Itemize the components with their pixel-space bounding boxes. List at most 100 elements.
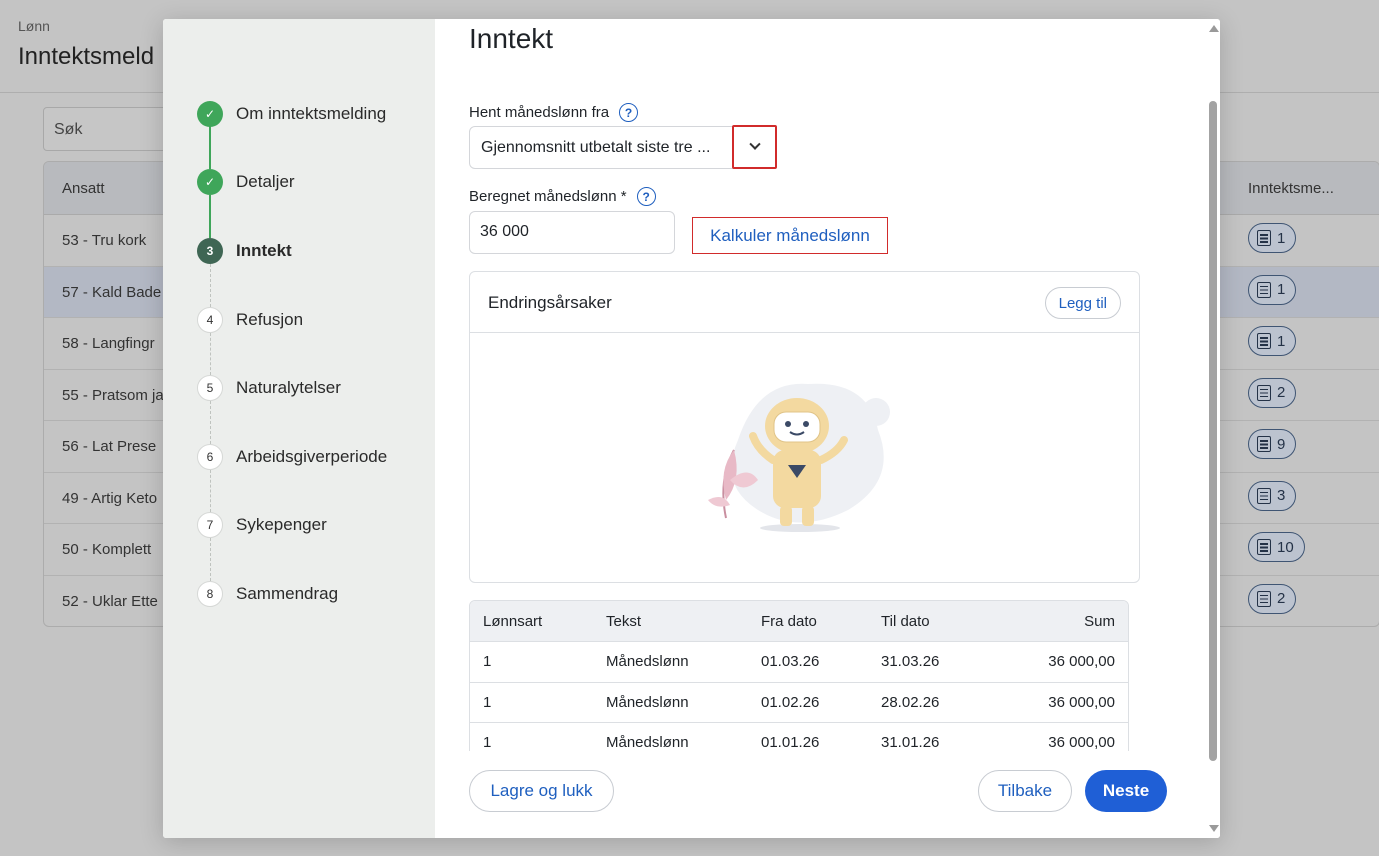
- cell-from-date: 01.02.26: [761, 693, 820, 711]
- report-count-badge[interactable]: 1: [1248, 326, 1297, 356]
- dropdown-toggle[interactable]: [732, 125, 777, 169]
- employee-name: 52 - Uklar Ette: [62, 592, 158, 610]
- page-title: Inntektsmeld: [18, 43, 155, 70]
- column-header-employee[interactable]: Ansatt: [62, 180, 105, 197]
- cell-to-date: 31.01.26: [881, 734, 940, 752]
- column-header: Til dato: [881, 612, 930, 630]
- step-number: 7: [197, 512, 223, 538]
- step-naturalytelser[interactable]: 5 Naturalytelser: [197, 375, 341, 401]
- cell-sum: 36 000,00: [1048, 734, 1115, 752]
- column-header: Lønnsart: [483, 612, 543, 630]
- badge-count: 3: [1277, 487, 1286, 504]
- salary-source-select[interactable]: Gjennomsnitt utbetalt siste tre ...: [469, 125, 777, 169]
- step-label: Inntekt: [236, 241, 292, 260]
- document-icon: [1257, 487, 1271, 504]
- document-icon: [1257, 436, 1271, 452]
- monthly-salary-input[interactable]: 36 000: [469, 211, 675, 254]
- step-refusjon[interactable]: 4 Refusjon: [197, 307, 303, 333]
- step-number: 5: [197, 375, 223, 401]
- cell-to-date: 31.03.26: [881, 653, 940, 671]
- step-sammendrag[interactable]: 8 Sammendrag: [197, 581, 338, 607]
- step-label: Detaljer: [236, 172, 295, 191]
- report-count-badge[interactable]: 10: [1248, 532, 1305, 562]
- report-count-badge[interactable]: 2: [1248, 583, 1297, 614]
- step-label: Om inntektsmelding: [236, 104, 387, 123]
- search-input[interactable]: Søk: [43, 107, 183, 151]
- report-count-badge[interactable]: 9: [1248, 429, 1297, 459]
- document-icon: [1257, 539, 1271, 555]
- report-count-badge[interactable]: 3: [1248, 480, 1297, 511]
- step-connector: [209, 264, 211, 307]
- step-label: Sykepenger: [236, 515, 327, 534]
- document-icon: [1257, 230, 1271, 246]
- help-icon[interactable]: ?: [636, 187, 656, 206]
- report-count-badge[interactable]: 1: [1248, 274, 1297, 305]
- employee-name: 50 - Komplett: [62, 541, 152, 558]
- column-header: Sum: [1084, 612, 1115, 630]
- step-connector: [209, 401, 211, 444]
- cell-salary-type: 1: [483, 653, 492, 671]
- section-heading: Inntekt: [469, 23, 554, 54]
- label-text: Hent månedslønn fra: [469, 104, 610, 121]
- document-icon: [1257, 590, 1271, 607]
- wizard-stepper: ✓ Om inntektsmelding ✓ Detaljer 3 Inntek…: [163, 19, 435, 838]
- step-connector: [209, 195, 211, 238]
- save-and-close-button[interactable]: Lagre og lukk: [469, 770, 614, 812]
- step-label: Naturalytelser: [236, 378, 341, 397]
- cell-text: Månedslønn: [606, 693, 689, 711]
- step-detaljer[interactable]: ✓ Detaljer: [197, 169, 295, 195]
- scroll-thumb[interactable]: [1209, 101, 1217, 761]
- step-connector: [209, 333, 211, 375]
- cell-to-date: 28.02.26: [881, 693, 940, 711]
- table-row: 1 Månedslønn 01.02.26 28.02.26 36 000,00: [470, 683, 1128, 723]
- step-connector: [209, 538, 211, 581]
- badge-count: 1: [1277, 281, 1286, 298]
- calculate-salary-button[interactable]: Kalkuler månedslønn: [692, 217, 888, 254]
- back-button[interactable]: Tilbake: [978, 770, 1072, 812]
- column-header-income-reports[interactable]: Inntektsme...: [1248, 180, 1334, 197]
- cell-text: Månedslønn: [606, 734, 689, 752]
- step-sykepenger[interactable]: 7 Sykepenger: [197, 512, 327, 538]
- step-arbeidsgiverperiode[interactable]: 6 Arbeidsgiverperiode: [197, 444, 387, 470]
- source-field-label: Hent månedslønn fra ?: [469, 103, 639, 122]
- breadcrumb[interactable]: Lønn: [18, 18, 50, 34]
- step-inntekt[interactable]: 3 Inntekt: [197, 238, 292, 264]
- change-reasons-card: Endringsårsaker Legg til: [469, 271, 1140, 583]
- scroll-down-arrow-icon[interactable]: [1209, 825, 1219, 832]
- step-label: Arbeidsgiverperiode: [236, 447, 388, 466]
- table-header-row: Lønnsart Tekst Fra dato Til dato Sum: [470, 601, 1128, 642]
- report-count-badge[interactable]: 2: [1248, 377, 1297, 408]
- cell-text: Månedslønn: [606, 653, 689, 671]
- checkmark-icon: ✓: [197, 101, 223, 127]
- table-row: 1 Månedslønn 01.03.26 31.03.26 36 000,00: [470, 642, 1128, 683]
- scrollbar[interactable]: [1206, 19, 1220, 838]
- card-title: Endringsårsaker: [488, 293, 612, 312]
- badge-count: 1: [1277, 332, 1286, 350]
- cell-from-date: 01.03.26: [761, 653, 820, 671]
- chevron-down-icon: [748, 138, 761, 150]
- step-number: 4: [197, 307, 223, 333]
- column-header: Fra dato: [761, 612, 817, 630]
- label-text: Beregnet månedslønn *: [469, 188, 627, 205]
- step-number: 3: [197, 238, 223, 264]
- report-count-badge[interactable]: 1: [1248, 223, 1297, 253]
- step-om-inntektsmelding[interactable]: ✓ Om inntektsmelding: [197, 101, 386, 127]
- employee-name: 58 - Langfingr: [62, 335, 155, 352]
- step-connector: [209, 470, 211, 512]
- cell-sum: 36 000,00: [1048, 653, 1115, 671]
- scroll-up-arrow-icon[interactable]: [1209, 25, 1219, 32]
- help-icon[interactable]: ?: [619, 103, 639, 122]
- empty-state-illustration: [708, 383, 890, 532]
- next-button[interactable]: Neste: [1085, 770, 1167, 812]
- column-header: Tekst: [606, 612, 642, 630]
- salary-field-label: Beregnet månedslønn * ?: [469, 187, 656, 206]
- document-icon: [1257, 333, 1271, 349]
- document-icon: [1257, 281, 1271, 298]
- employee-name: 49 - Artig Keto: [62, 489, 158, 507]
- badge-count: 9: [1277, 435, 1286, 453]
- badge-count: 2: [1277, 590, 1286, 607]
- checkmark-icon: ✓: [197, 169, 223, 195]
- employee-name: 56 - Lat Prese: [62, 438, 157, 455]
- step-number: 8: [197, 581, 223, 607]
- add-reason-button[interactable]: Legg til: [1044, 287, 1121, 319]
